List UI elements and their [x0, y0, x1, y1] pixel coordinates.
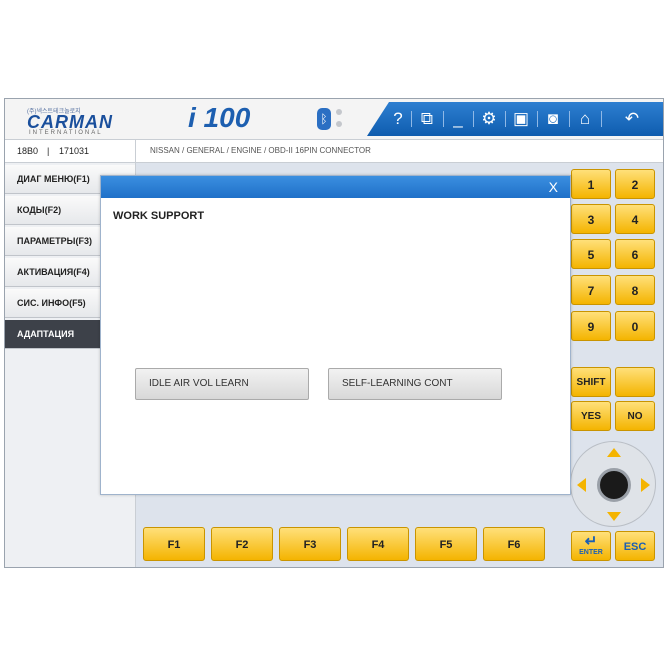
f4-key[interactable]: F4: [347, 527, 409, 561]
key-8[interactable]: 8: [615, 275, 655, 305]
window-icon[interactable]: ⧉: [415, 102, 439, 136]
key-4[interactable]: 4: [615, 204, 655, 234]
f6-key[interactable]: F6: [483, 527, 545, 561]
settings-icon[interactable]: ⚙: [477, 102, 501, 136]
camera-icon[interactable]: ◙: [541, 102, 565, 136]
key-7[interactable]: 7: [571, 275, 611, 305]
bluetooth-icon: ᛒ: [317, 108, 331, 130]
arrow-up-icon[interactable]: [607, 448, 621, 457]
key-1[interactable]: 1: [571, 169, 611, 199]
keypad: 1 2 3 4 5 6 7 8 9 0 SHIFT YES NO ↵ ENTER…: [567, 163, 663, 567]
blank-key[interactable]: [615, 367, 655, 397]
enter-icon: ↵: [584, 533, 598, 550]
close-icon[interactable]: X: [549, 178, 558, 196]
logo-subtitle: INTERNATIONAL: [29, 130, 103, 136]
arrow-left-icon[interactable]: [577, 478, 586, 492]
idle-air-vol-learn-button[interactable]: IDLE AIR VOL LEARN: [135, 368, 309, 400]
key-9[interactable]: 9: [571, 311, 611, 341]
shift-key[interactable]: SHIFT: [571, 367, 611, 397]
key-2[interactable]: 2: [615, 169, 655, 199]
home-icon[interactable]: ⌂: [573, 102, 597, 136]
back-icon[interactable]: ↶: [617, 102, 647, 136]
dialog-title: WORK SUPPORT: [113, 210, 205, 222]
enter-label: ENTER: [579, 549, 603, 556]
direction-pad[interactable]: [570, 441, 656, 527]
header-bar: (주)넥스트테크놀로지 CARMAN INTERNATIONAL i 100 ᛒ…: [5, 99, 663, 140]
self-learning-cont-button[interactable]: SELF-LEARNING CONT: [328, 368, 502, 400]
function-key-bar: F1 F2 F3 F4 F5 F6: [136, 525, 566, 567]
no-key[interactable]: NO: [615, 401, 655, 431]
scanner-screen: (주)넥스트테크놀로지 CARMAN INTERNATIONAL i 100 ᛒ…: [4, 98, 664, 568]
arrow-right-icon[interactable]: [641, 478, 650, 492]
ecu-number: 171031: [59, 146, 90, 156]
key-3[interactable]: 3: [571, 204, 611, 234]
f2-key[interactable]: F2: [211, 527, 273, 561]
minimize-icon[interactable]: _: [447, 102, 469, 136]
help-icon[interactable]: ?: [387, 102, 409, 136]
key-6[interactable]: 6: [615, 239, 655, 269]
yes-key[interactable]: YES: [571, 401, 611, 431]
ecu-code: 18B0: [17, 146, 39, 156]
carman-logo: (주)넥스트테크놀로지 CARMAN INTERNATIONAL: [17, 104, 117, 136]
model-name: i 100: [188, 102, 251, 133]
key-5[interactable]: 5: [571, 239, 611, 269]
connection-status-icon: [336, 109, 344, 129]
esc-key[interactable]: ESC: [615, 531, 655, 561]
info-separator: |: [47, 146, 50, 156]
joystick-knob[interactable]: [597, 468, 631, 502]
key-0[interactable]: 0: [615, 311, 655, 341]
enter-key[interactable]: ↵ ENTER: [571, 531, 611, 561]
work-support-dialog: X WORK SUPPORT IDLE AIR VOL LEARN SELF-L…: [100, 175, 571, 495]
arrow-down-icon[interactable]: [607, 512, 621, 521]
save-icon[interactable]: ▣: [509, 102, 533, 136]
f1-key[interactable]: F1: [143, 527, 205, 561]
divider: [135, 140, 136, 162]
vehicle-path: NISSAN / GENERAL / ENGINE / OBD-II 16PIN…: [150, 146, 371, 155]
f5-key[interactable]: F5: [415, 527, 477, 561]
toolbar: ? ⧉ _ ⚙ ▣ ◙ ⌂ ↶: [367, 102, 663, 136]
f3-key[interactable]: F3: [279, 527, 341, 561]
dialog-titlebar: X: [101, 176, 570, 198]
info-bar: 18B0 | 171031 NISSAN / GENERAL / ENGINE …: [5, 140, 663, 163]
